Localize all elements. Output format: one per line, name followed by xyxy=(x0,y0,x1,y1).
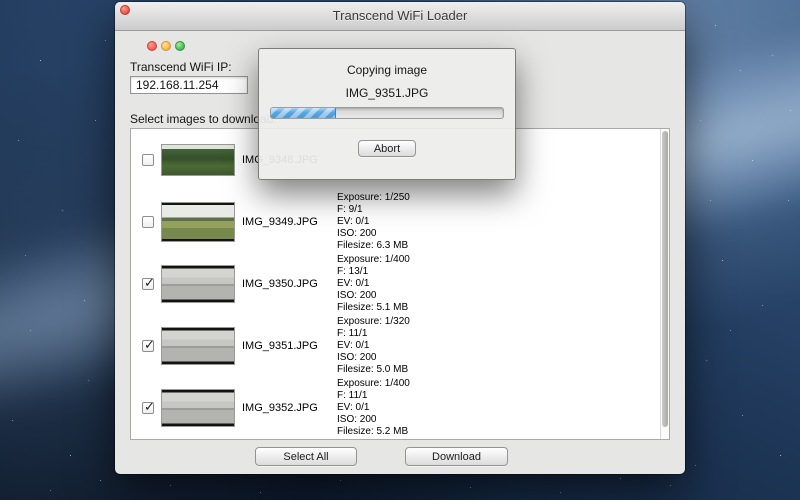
window-controls xyxy=(147,41,185,51)
scrollbar-thumb[interactable] xyxy=(662,131,668,427)
image-checkbox[interactable] xyxy=(142,154,154,166)
exif-line: Exposure: 1/400 xyxy=(337,254,497,266)
exif-line: EV: 0/1 xyxy=(337,340,497,352)
image-thumbnail xyxy=(162,203,234,241)
exif-line: EV: 0/1 xyxy=(337,402,497,414)
exif-line: ISO: 200 xyxy=(337,228,497,240)
image-filename: IMG_9349.JPG xyxy=(242,216,337,228)
exif-line: F: 13/1 xyxy=(337,266,497,278)
minimize-button[interactable] xyxy=(161,41,171,51)
exif-line: Filesize: 6.3 MB xyxy=(337,240,497,252)
image-thumbnail xyxy=(162,145,234,175)
exif-line: EV: 0/1 xyxy=(337,216,497,228)
dialog-title: Copying image xyxy=(259,63,515,77)
abort-button[interactable]: Abort xyxy=(358,140,416,157)
exif-line: ISO: 200 xyxy=(337,352,497,364)
exif-line: Filesize: 5.1 MB xyxy=(337,302,497,314)
exif-line: Exposure: 1/320 xyxy=(337,316,497,328)
image-exif-details: Exposure: 1/250 F: 9/1 EV: 0/1 ISO: 200 … xyxy=(337,192,497,252)
wifi-ip-label: Transcend WiFi IP: xyxy=(130,60,232,74)
image-exif-details: Exposure: 1/400 F: 13/1 EV: 0/1 ISO: 200… xyxy=(337,254,497,314)
zoom-button[interactable] xyxy=(175,41,185,51)
window-titlebar[interactable]: Transcend WiFi Loader xyxy=(115,2,685,31)
window-close-button[interactable] xyxy=(120,5,130,15)
exif-line: Filesize: 5.0 MB xyxy=(337,364,497,376)
image-thumbnail xyxy=(162,390,234,426)
progress-bar xyxy=(270,107,504,119)
window-title: Transcend WiFi Loader xyxy=(333,8,468,23)
exif-line: F: 11/1 xyxy=(337,390,497,402)
list-item[interactable]: IMG_9352.JPG Exposure: 1/400 F: 11/1 EV:… xyxy=(131,377,669,439)
thumbnail-image xyxy=(162,203,234,241)
image-exif-details: Exposure: 1/400 F: 11/1 EV: 0/1 ISO: 200… xyxy=(337,378,497,438)
list-scrollbar[interactable] xyxy=(660,129,669,439)
image-checkbox[interactable] xyxy=(142,402,154,414)
exif-line: F: 11/1 xyxy=(337,328,497,340)
dialog-filename: IMG_9351.JPG xyxy=(259,86,515,100)
image-filename: IMG_9352.JPG xyxy=(242,402,337,414)
thumbnail-image xyxy=(162,266,234,302)
image-checkbox[interactable] xyxy=(142,216,154,228)
exif-line: F: 9/1 xyxy=(337,204,497,216)
list-item[interactable]: IMG_9351.JPG Exposure: 1/320 F: 11/1 EV:… xyxy=(131,315,669,377)
progress-fill xyxy=(271,108,336,118)
thumbnail-image xyxy=(162,390,234,426)
select-images-label: Select images to download: xyxy=(130,112,277,126)
close-button[interactable] xyxy=(147,41,157,51)
image-filename: IMG_9351.JPG xyxy=(242,340,337,352)
image-filename: IMG_9350.JPG xyxy=(242,278,337,290)
image-thumbnail xyxy=(162,266,234,302)
wifi-ip-input[interactable] xyxy=(130,76,248,94)
list-item[interactable]: IMG_9350.JPG Exposure: 1/400 F: 13/1 EV:… xyxy=(131,253,669,315)
list-item[interactable]: IMG_9349.JPG Exposure: 1/250 F: 9/1 EV: … xyxy=(131,191,669,253)
image-checkbox[interactable] xyxy=(142,278,154,290)
image-exif-details: Exposure: 1/320 F: 11/1 EV: 0/1 ISO: 200… xyxy=(337,316,497,376)
exif-line: ISO: 200 xyxy=(337,290,497,302)
thumbnail-image xyxy=(162,328,234,364)
download-button[interactable]: Download xyxy=(405,447,508,466)
stars xyxy=(0,0,1,1)
image-thumbnail xyxy=(162,328,234,364)
desktop-wallpaper: Transcend WiFi Loader Transcend WiFi IP:… xyxy=(0,0,800,500)
exif-line: Filesize: 5.2 MB xyxy=(337,426,497,438)
select-all-button[interactable]: Select All xyxy=(255,447,357,466)
exif-line: Exposure: 1/400 xyxy=(337,378,497,390)
image-checkbox[interactable] xyxy=(142,340,154,352)
copying-dialog: Copying image IMG_9351.JPG Abort xyxy=(258,48,516,180)
exif-line: ISO: 200 xyxy=(337,414,497,426)
exif-line: EV: 0/1 xyxy=(337,278,497,290)
thumbnail-image xyxy=(162,145,234,175)
exif-line: Exposure: 1/250 xyxy=(337,192,497,204)
